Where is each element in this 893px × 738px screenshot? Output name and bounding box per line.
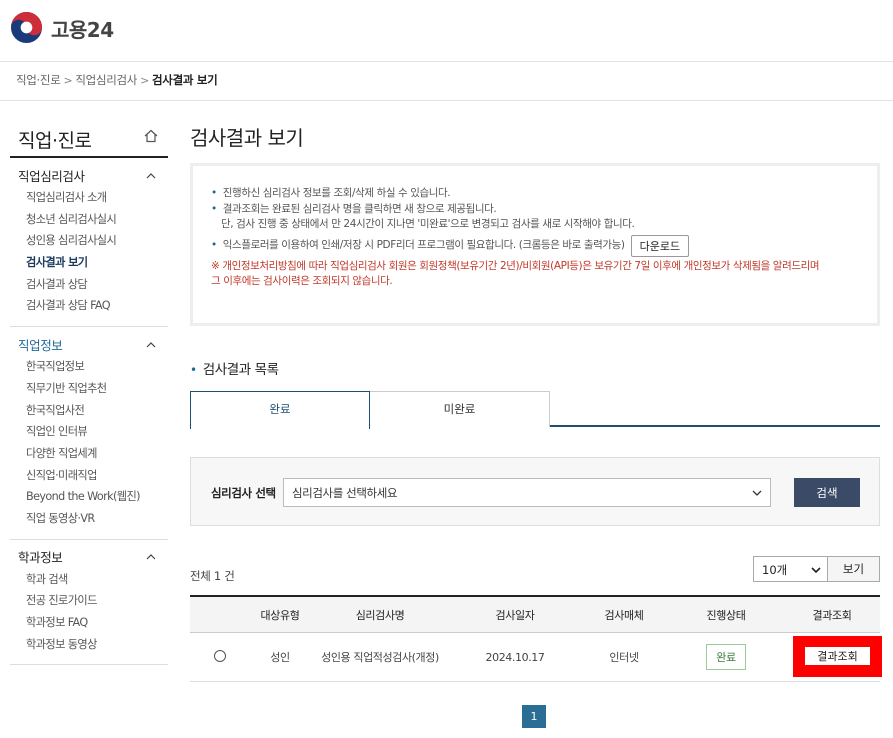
header-status: 진행상태 (706, 608, 746, 622)
row-media: 인터넷 (609, 651, 639, 664)
breadcrumb-current: 검사결과 보기 (152, 73, 218, 87)
sidebar-item-webzine[interactable]: Beyond the Work(웹진) (10, 486, 168, 508)
row-date: 2024.10.17 (485, 650, 545, 664)
view-result-button[interactable]: 결과조회 (805, 646, 870, 665)
sidebar-section-label: 학과정보 (18, 550, 63, 566)
page-title: 검사결과 보기 (190, 126, 304, 150)
tab-complete[interactable]: 완료 (190, 391, 370, 429)
sidebar-section-header[interactable]: 직업심리검사 (10, 166, 168, 184)
test-select-value: 심리검사를 선택하세요 (292, 486, 398, 500)
sidebar-item-view-results[interactable]: 검사결과 보기 (10, 252, 168, 274)
table-row: 성인 성인용 직업적성검사(개정) 2024.10.17 인터넷 완료 결과조회 (190, 633, 882, 682)
page-size-select[interactable]: 10개 (753, 556, 828, 582)
sidebar-item-counsel-faq[interactable]: 검사결과 상담 FAQ (10, 295, 168, 317)
row-target: 성인 (270, 651, 290, 664)
total-count: 전체 1 건 (190, 569, 235, 583)
result-table: 대상유형 심리검사명 검사일자 검사매체 진행상태 결과조회 성인 성인용 직업… (190, 595, 882, 682)
breadcrumb-separator: > (140, 73, 150, 87)
info-text: 익스플로러를 이용하여 인쇄/저장 시 PDF리더 프로그램이 필요합니다. (… (222, 238, 625, 251)
sidebar-item-adult-test[interactable]: 성인용 심리검사실시 (10, 230, 168, 252)
breadcrumb-divider (0, 100, 893, 101)
privacy-notice: ※ 개인정보처리방침에 따라 직업심리검사 회원은 회원정책(보유기간 2년)/… (211, 259, 820, 272)
page-size-value: 10개 (762, 563, 788, 577)
sidebar-item-psych-intro[interactable]: 직업심리검사 소개 (10, 187, 168, 209)
sidebar-section-header[interactable]: 학과정보 (10, 548, 168, 566)
sidebar-item-job-world[interactable]: 다양한 직업세계 (10, 443, 168, 465)
sidebar-item-major-search[interactable]: 학과 검색 (10, 569, 168, 591)
sidebar-item-major-faq[interactable]: 학과정보 FAQ (10, 612, 168, 634)
sidebar-item-major-video[interactable]: 학과정보 동영상 (10, 634, 168, 656)
sidebar-title: 직업·진로 (10, 118, 168, 158)
header-target: 대상유형 (260, 608, 300, 622)
row-select-cell (190, 649, 250, 665)
page-number-active[interactable]: 1 (522, 705, 546, 728)
chevron-up-icon (146, 172, 156, 178)
chevron-down-icon (752, 490, 762, 496)
home-icon[interactable] (144, 129, 158, 143)
breadcrumb: 직업·진로 > 직업심리검사 > 검사결과 보기 (16, 72, 218, 88)
header: 고용24 (0, 0, 893, 62)
header-media: 검사매체 (604, 608, 644, 622)
sidebar-item-job-recommend[interactable]: 직무기반 직업추천 (10, 378, 168, 400)
row-radio[interactable] (214, 649, 226, 662)
header-test-name: 심리검사명 (355, 608, 405, 622)
header-result: 결과조회 (812, 608, 852, 622)
sidebar-section-label: 직업정보 (18, 337, 63, 353)
bullet-icon: • (211, 202, 217, 215)
sidebar-item-future-jobs[interactable]: 신직업·미래직업 (10, 465, 168, 487)
sidebar-title-text: 직업·진로 (18, 130, 92, 152)
info-text: 결과조회는 완료된 심리검사 명을 클릭하면 새 창으로 제공됩니다. (222, 202, 497, 215)
result-list-title: • 검사결과 목록 (190, 358, 279, 378)
sidebar-item-job-video[interactable]: 직업 동영상·VR (10, 508, 168, 530)
search-box: 심리검사 선택 심리검사를 선택하세요 검색 (190, 457, 880, 526)
test-select[interactable]: 심리검사를 선택하세요 (283, 478, 771, 507)
bullet-icon: • (190, 363, 197, 377)
info-text: 진행하신 심리검사 정보를 조회/삭제 하실 수 있습니다. (222, 187, 451, 199)
sidebar-item-job-dictionary[interactable]: 한국직업사전 (10, 400, 168, 422)
info-line: • 익스플로러를 이용하여 인쇄/저장 시 PDF리더 프로그램이 필요합니다. … (211, 234, 877, 257)
sidebar-item-interview[interactable]: 직업인 인터뷰 (10, 421, 168, 443)
privacy-notice: 그 이후에는 검사이력은 조회되지 않습니다. (211, 275, 393, 287)
sidebar-item-korean-job-info[interactable]: 한국직업정보 (10, 356, 168, 378)
bullet-icon: • (211, 238, 217, 251)
sidebar-item-result-counsel[interactable]: 검사결과 상담 (10, 274, 168, 296)
download-button[interactable]: 다운로드 (630, 234, 690, 257)
info-line: • 진행하신 심리검사 정보를 조회/삭제 하실 수 있습니다. (211, 186, 877, 202)
sidebar: 직업·진로 직업심리검사 직업심리검사 소개 청소년 심리검사실시 성인용 심리… (10, 118, 168, 666)
search-button[interactable]: 검색 (794, 478, 860, 507)
breadcrumb-item-psych-test[interactable]: 직업심리검사 (75, 72, 137, 88)
sidebar-item-major-guide[interactable]: 전공 진로가이드 (10, 590, 168, 612)
info-line: • 결과조회는 완료된 심리검사 명을 클릭하면 새 창으로 제공됩니다. (211, 202, 877, 218)
table-header: 대상유형 심리검사명 검사일자 검사매체 진행상태 결과조회 (190, 597, 880, 633)
chevron-down-icon (811, 567, 821, 574)
breadcrumb-separator: > (63, 73, 73, 87)
taegeuk-logo-icon[interactable] (10, 11, 43, 44)
status-badge: 완료 (706, 644, 746, 670)
sidebar-section-header[interactable]: 직업정보 (10, 335, 168, 353)
sidebar-section-jobinfo: 직업정보 한국직업정보 직무기반 직업추천 한국직업사전 직업인 인터뷰 다양한… (10, 327, 168, 540)
sidebar-section-psych: 직업심리검사 직업심리검사 소개 청소년 심리검사실시 성인용 심리검사실시 검… (10, 158, 168, 328)
row-result-cell: 결과조회 (784, 633, 882, 682)
result-tabs: 완료 미완료 (190, 391, 880, 429)
info-line: 단, 검사 진행 중 상태에서 만 24시간이 지나면 '미완료'으로 변경되고… (221, 218, 635, 230)
info-box: • 진행하신 심리검사 정보를 조회/삭제 하실 수 있습니다. • 결과조회는 완… (190, 163, 880, 326)
sidebar-item-youth-test[interactable]: 청소년 심리검사실시 (10, 209, 168, 231)
header-date: 검사일자 (495, 608, 535, 622)
row-test-name[interactable]: 성인용 직업적성검사(개정) (310, 649, 450, 665)
search-label: 심리검사 선택 (211, 486, 276, 500)
tab-incomplete[interactable]: 미완료 (370, 391, 550, 427)
sidebar-section-major: 학과정보 학과 검색 전공 진로가이드 학과정보 FAQ 학과정보 동영상 (10, 540, 168, 666)
result-list-title-text: 검사결과 목록 (202, 362, 279, 378)
bullet-icon: • (211, 187, 217, 199)
view-button[interactable]: 보기 (827, 556, 880, 582)
chevron-up-icon (146, 554, 156, 560)
chevron-up-icon (146, 341, 156, 348)
site-logo-text[interactable]: 고용24 (51, 14, 114, 43)
row-status-cell: 완료 (668, 644, 784, 670)
sidebar-section-label: 직업심리검사 (18, 168, 85, 184)
breadcrumb-item-career[interactable]: 직업·진로 (16, 72, 61, 88)
